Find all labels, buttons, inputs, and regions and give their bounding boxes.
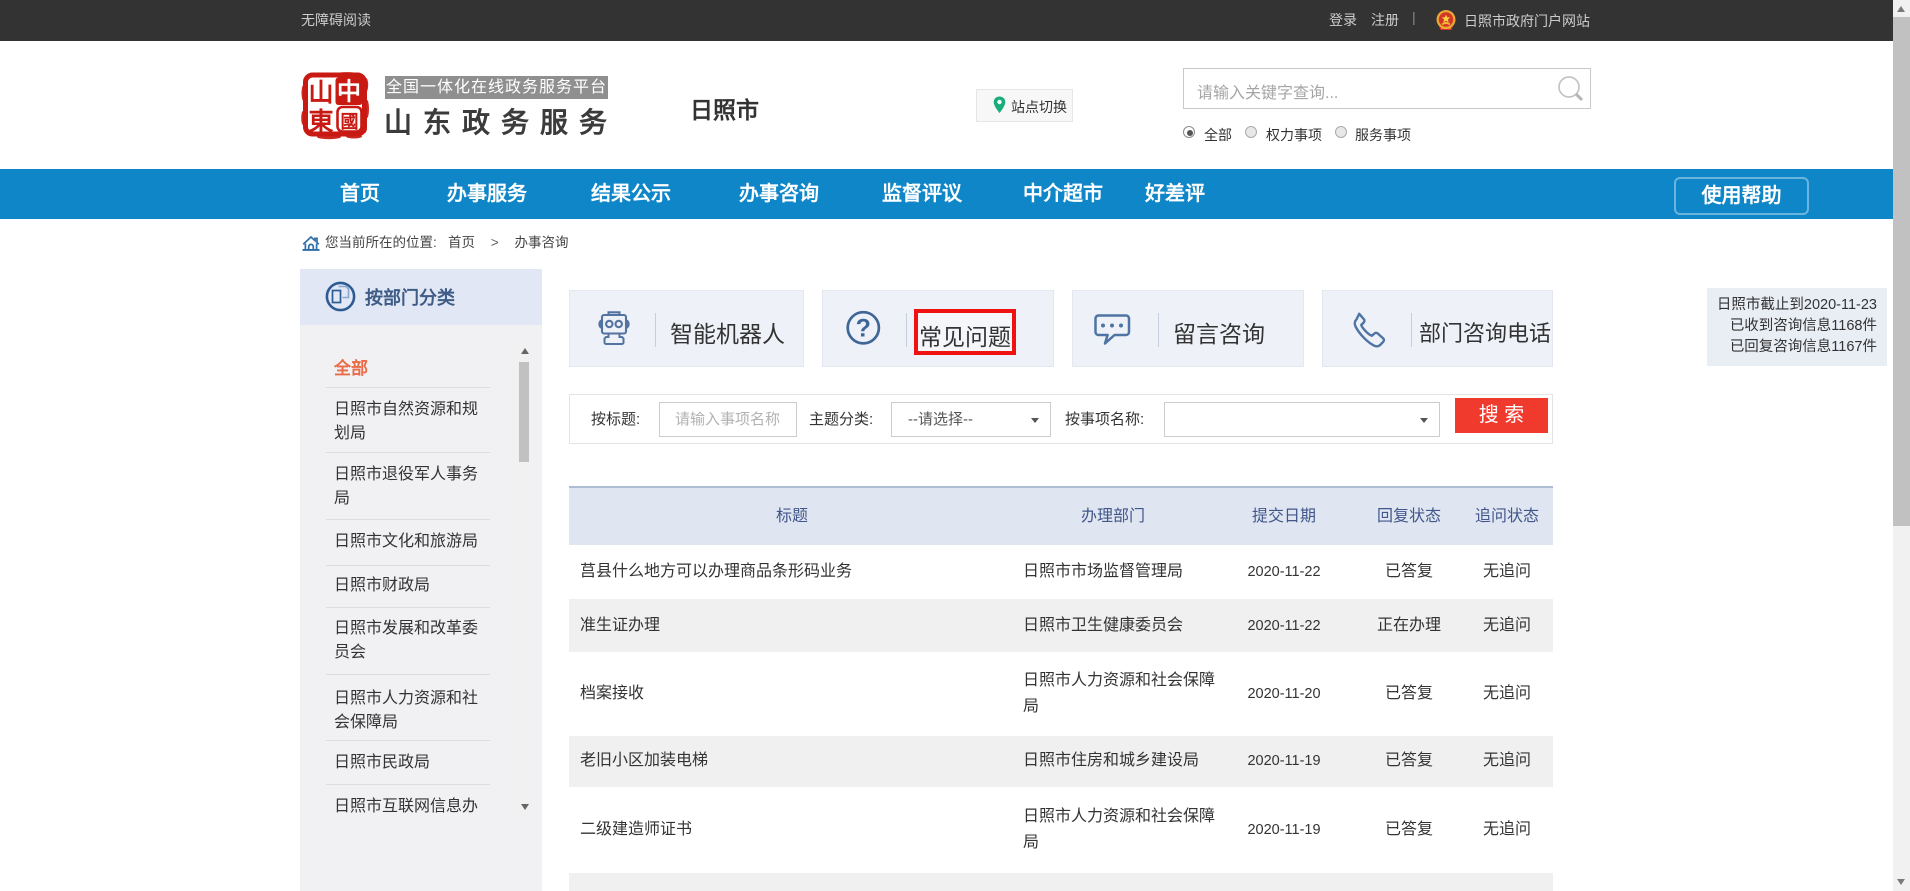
svg-text:國: 國 xyxy=(341,112,359,132)
svg-text:中: 中 xyxy=(337,79,361,106)
svg-text:?: ? xyxy=(856,315,871,343)
svg-text:山: 山 xyxy=(308,79,333,107)
svg-text:東: 東 xyxy=(308,108,333,136)
